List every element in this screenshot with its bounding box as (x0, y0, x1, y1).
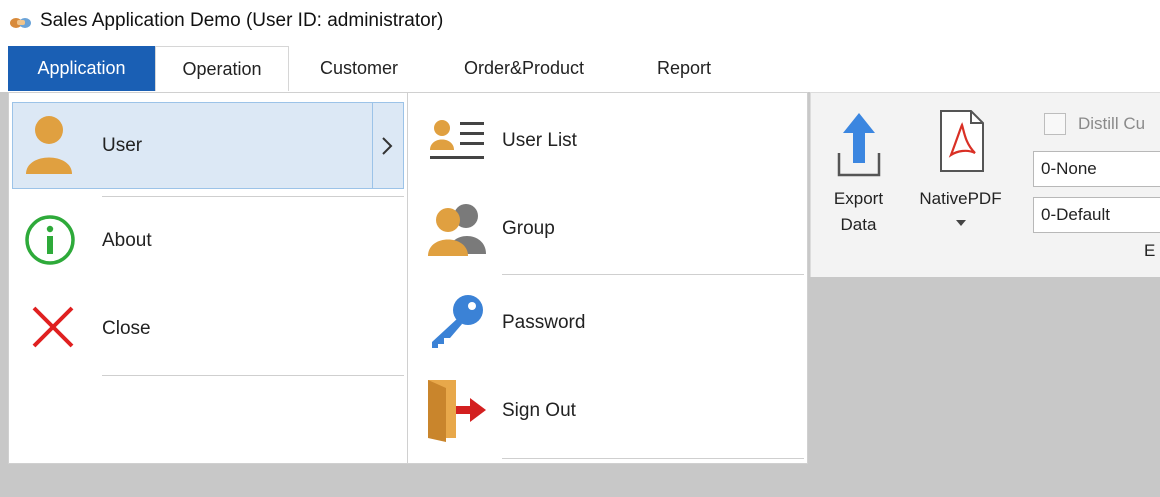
export-label-line2: Data (840, 215, 877, 234)
ribbon-group-label: E (1144, 241, 1156, 260)
tab-customer[interactable]: Customer (289, 46, 429, 91)
submenu-divider (372, 102, 373, 189)
window-title: Sales Application Demo (User ID: adminis… (40, 10, 444, 31)
tab-operation[interactable]: Operation (155, 46, 289, 91)
submenu-item-group-label: Group (502, 218, 555, 239)
menu-separator (102, 196, 404, 197)
sign-out-icon (428, 380, 486, 442)
submenu-item-sign-out-label: Sign Out (502, 400, 576, 421)
menu-item-close-label: Close (102, 318, 151, 339)
tab-report[interactable]: Report (619, 46, 749, 91)
user-list-icon (430, 120, 484, 159)
ribbon-panel: Export Data NativePDF Distill Cu 0-None … (810, 92, 1160, 277)
close-icon (32, 306, 74, 348)
export-label-line1: Export (833, 189, 884, 208)
user-icon (26, 116, 72, 174)
tab-order-product[interactable]: Order&Product (429, 46, 619, 91)
submenu-separator (502, 274, 804, 275)
menu-separator (102, 375, 404, 376)
export-data-button[interactable]: Export Data (821, 103, 896, 238)
submenu-separator (502, 458, 804, 459)
pdf-icon (940, 110, 984, 172)
pdf-option-combo-2[interactable]: 0-Default (1033, 197, 1160, 233)
distill-checkbox[interactable] (1044, 113, 1066, 135)
submenu-item-password-label: Password (502, 312, 586, 333)
key-icon (432, 295, 483, 348)
info-icon (25, 215, 75, 265)
submenu-item-user-list-label: User List (502, 130, 577, 151)
native-pdf-label: NativePDF (919, 189, 1002, 208)
group-icon (428, 204, 486, 256)
chevron-right-icon[interactable] (380, 136, 394, 156)
dropdown-arrow-icon (956, 220, 966, 226)
tab-application[interactable]: Application (8, 46, 155, 91)
menu-item-about-label: About (102, 230, 152, 251)
handshake-icon (10, 18, 31, 28)
native-pdf-button[interactable]: NativePDF (913, 103, 1008, 238)
menu-item-user-label: User (102, 135, 143, 156)
distill-label: Distill Cu (1078, 114, 1146, 133)
export-icon (837, 113, 881, 177)
pdf-option-combo-1[interactable]: 0-None (1033, 151, 1160, 187)
